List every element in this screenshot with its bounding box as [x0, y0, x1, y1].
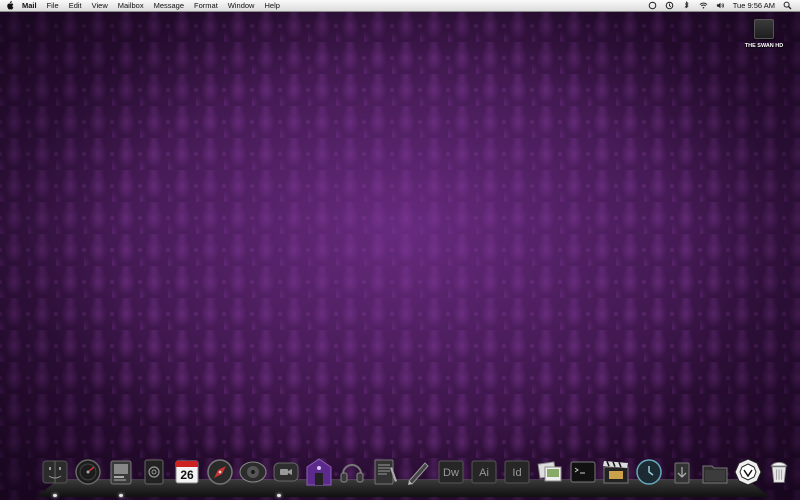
textedit-icon[interactable] — [370, 457, 400, 487]
hard-drive-icon[interactable]: THE SWAN HD — [738, 19, 790, 59]
trash-icon[interactable] — [766, 457, 792, 487]
wifi-icon[interactable] — [699, 1, 708, 10]
volume-icon[interactable] — [716, 1, 725, 10]
dreamweaver-label: Dw — [443, 467, 459, 479]
illustrator-icon[interactable]: Ai — [469, 457, 499, 487]
clock[interactable]: Tue 9:56 AM — [733, 0, 775, 11]
running-indicator — [119, 494, 123, 497]
headphones-icon[interactable] — [337, 457, 367, 487]
sync-icon[interactable] — [648, 1, 657, 10]
dreamweaver-icon[interactable]: Dw — [436, 457, 466, 487]
final-cut-icon[interactable] — [601, 457, 631, 487]
apple-icon[interactable] — [6, 1, 14, 10]
indesign-label: Id — [512, 467, 521, 479]
menu-file[interactable]: File — [47, 0, 59, 11]
photos-icon[interactable] — [535, 457, 565, 487]
drive-icon — [754, 19, 774, 39]
running-indicator — [53, 494, 57, 497]
menu-mailbox[interactable]: Mailbox — [118, 0, 144, 11]
folder-stack-icon[interactable] — [700, 457, 730, 487]
menu-app-name[interactable]: Mail — [22, 0, 37, 11]
menu-format[interactable]: Format — [194, 0, 218, 11]
dharma-logo-icon[interactable] — [733, 457, 763, 487]
menu-help[interactable]: Help — [264, 0, 279, 11]
calendar-day: 26 — [180, 468, 194, 482]
menu-window[interactable]: Window — [228, 0, 255, 11]
menu-edit[interactable]: Edit — [69, 0, 82, 11]
dock: 26 Dw Ai Id — [40, 457, 788, 497]
menu-message[interactable]: Message — [154, 0, 184, 11]
drive-label: THE SWAN HD — [744, 43, 784, 49]
terminal-icon[interactable] — [568, 457, 598, 487]
menu-bar: Mail File Edit View Mailbox Message Form… — [0, 0, 800, 12]
bluetooth-icon[interactable] — [682, 1, 691, 10]
finder-icon[interactable] — [40, 457, 70, 487]
running-indicator — [277, 494, 281, 497]
mail-icon[interactable] — [139, 457, 169, 487]
status-menus: Tue 9:56 AM — [648, 0, 792, 11]
menu-view[interactable]: View — [92, 0, 108, 11]
downloads-stack-icon[interactable] — [667, 457, 697, 487]
ical-icon[interactable]: 26 — [172, 457, 202, 487]
pen-tool-icon[interactable] — [403, 457, 433, 487]
indesign-icon[interactable]: Id — [502, 457, 532, 487]
desktop: Mail File Edit View Mailbox Message Form… — [0, 0, 800, 500]
dashboard-icon[interactable] — [73, 457, 103, 487]
illustrator-label: Ai — [479, 467, 489, 479]
safari-icon[interactable] — [205, 457, 235, 487]
preview-icon[interactable] — [106, 457, 136, 487]
time-machine-dock-icon[interactable] — [634, 457, 664, 487]
spotlight-icon[interactable] — [783, 1, 792, 10]
itunes-icon[interactable] — [238, 457, 268, 487]
app-store-icon[interactable] — [304, 457, 334, 487]
time-machine-icon[interactable] — [665, 1, 674, 10]
facetime-icon[interactable] — [271, 457, 301, 487]
